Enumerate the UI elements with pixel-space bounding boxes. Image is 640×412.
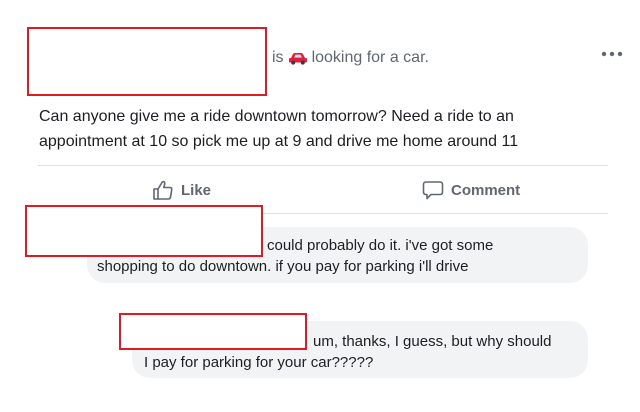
thumbs-up-icon xyxy=(153,180,173,200)
comment-button[interactable]: Comment xyxy=(422,174,520,206)
post-activity-line: is looking for a car. xyxy=(272,49,429,67)
comment-text: shopping to do downtown. if you pay for … xyxy=(97,258,469,275)
redacted-commenter-name xyxy=(119,313,307,350)
like-label: Like xyxy=(181,181,212,199)
actions-divider-top xyxy=(38,165,608,166)
comment-text: um, thanks, I guess, but why should xyxy=(313,333,552,350)
post-body-line: appointment at 10 so pick me up at 9 and… xyxy=(39,133,519,150)
post-body: Can anyone give me a ride downtown tomor… xyxy=(39,104,614,154)
comment-label: Comment xyxy=(451,181,521,199)
more-dots-icon xyxy=(601,51,623,57)
facebook-post: is looking for a car. Can anyone give me… xyxy=(0,0,640,412)
like-button[interactable]: Like xyxy=(152,174,211,206)
car-icon xyxy=(288,51,308,65)
activity-prefix: is xyxy=(272,49,284,66)
post-body-line: Can anyone give me a ride downtown tomor… xyxy=(39,108,514,125)
comment-text: I pay for parking for your car????? xyxy=(144,354,374,371)
cutoff-comment-actions xyxy=(146,404,256,412)
redacted-commenter-name xyxy=(25,205,263,257)
activity-text: looking for a car. xyxy=(311,49,429,66)
comment-text: could probably do it. i've got some xyxy=(267,237,494,254)
speech-bubble-icon xyxy=(422,181,444,200)
more-options-button[interactable] xyxy=(598,44,626,64)
redacted-author-name xyxy=(27,27,267,96)
